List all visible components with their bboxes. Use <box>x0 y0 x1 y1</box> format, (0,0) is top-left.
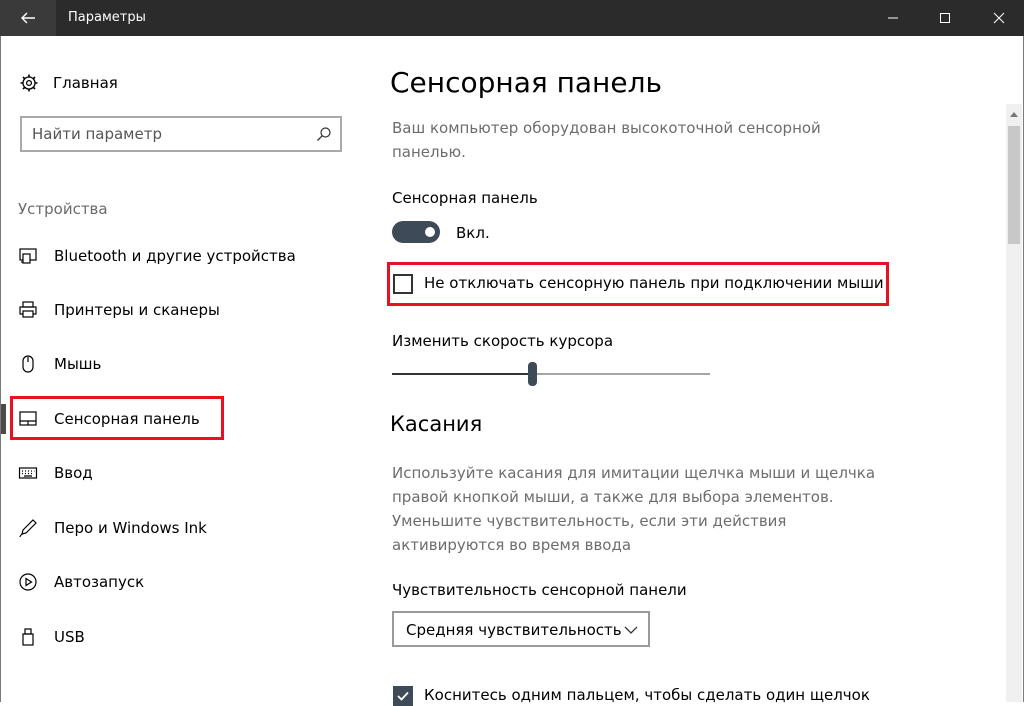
sidebar-item-touchpad[interactable]: Сенсорная панель <box>18 407 200 431</box>
sidebar-item-label: Ввод <box>54 464 93 482</box>
touchpad-toggle-label: Сенсорная панель <box>392 189 538 207</box>
scroll-up-arrow-icon <box>1010 112 1018 117</box>
sidebar-item-label: Мышь <box>54 355 102 373</box>
sidebar-item-autoplay[interactable]: Автозапуск <box>18 570 144 594</box>
touchpad-icon <box>19 411 37 426</box>
sidebar-item-printers[interactable]: Принтеры и сканеры <box>18 298 220 322</box>
taps-description: Используйте касания для имитации щелчка … <box>392 464 876 554</box>
keep-touchpad-on-checkbox[interactable] <box>393 274 413 294</box>
section-header-devices: Устройства <box>18 200 108 218</box>
sidebar-item-label: USB <box>54 628 85 646</box>
home-label: Главная <box>53 74 118 92</box>
sensitivity-selected-value: Средняя чувствительность <box>406 621 622 639</box>
sidebar-item-label: Сенсорная панель <box>54 410 200 428</box>
pen-icon <box>19 519 37 538</box>
touchpad-toggle[interactable] <box>392 221 440 243</box>
home-link[interactable]: Главная <box>19 72 118 94</box>
sensitivity-dropdown[interactable]: Средняя чувствительность <box>392 611 650 647</box>
single-tap-label: Коснитесь одним пальцем, чтобы сделать о… <box>424 686 870 704</box>
usb-icon <box>22 628 34 646</box>
scrollbar-thumb[interactable] <box>1008 126 1020 244</box>
sidebar-item-label: Bluetooth и другие устройства <box>54 247 296 265</box>
cursor-speed-slider-thumb[interactable] <box>528 362 537 386</box>
page-description: Ваш компьютер оборудован высокоточной се… <box>392 119 821 161</box>
cursor-speed-slider-track[interactable] <box>392 373 710 375</box>
sidebar-item-usb[interactable]: USB <box>18 625 85 649</box>
close-icon <box>993 12 1005 24</box>
minimize-button[interactable] <box>870 0 916 36</box>
title-bar: Параметры <box>0 0 1024 36</box>
close-button[interactable] <box>976 0 1022 36</box>
gear-icon <box>20 74 38 92</box>
window-title: Параметры <box>68 10 146 25</box>
mouse-icon <box>22 355 34 373</box>
cursor-speed-slider-fill <box>392 373 532 375</box>
toggle-knob <box>425 227 435 237</box>
settings-search-box[interactable] <box>20 116 342 152</box>
checkmark-icon <box>397 691 409 701</box>
sidebar-item-typing[interactable]: Ввод <box>18 461 93 485</box>
taps-section-header: Касания <box>390 412 483 436</box>
selected-indicator <box>1 404 6 434</box>
bluetooth-devices-icon <box>19 248 37 264</box>
maximize-icon <box>940 13 950 23</box>
search-icon[interactable] <box>316 126 332 142</box>
chevron-down-icon <box>624 626 638 634</box>
keep-touchpad-on-label: Не отключать сенсорную панель при подклю… <box>424 274 884 292</box>
sensitivity-label: Чувствительность сенсорной панели <box>392 581 687 599</box>
autoplay-icon <box>19 573 37 591</box>
keyboard-icon <box>18 467 38 479</box>
sidebar-item-label: Автозапуск <box>54 573 145 591</box>
printer-icon <box>19 301 37 318</box>
back-arrow-icon <box>21 12 35 24</box>
cursor-speed-label: Изменить скорость курсора <box>392 332 614 350</box>
sidebar-item-label: Принтеры и сканеры <box>54 301 220 319</box>
sidebar-item-mouse[interactable]: Мышь <box>18 352 101 376</box>
maximize-button[interactable] <box>922 0 968 36</box>
back-button[interactable] <box>0 0 56 36</box>
single-tap-checkbox[interactable] <box>393 686 413 706</box>
sidebar-item-bluetooth[interactable]: Bluetooth и другие устройства <box>18 244 296 268</box>
search-input[interactable] <box>32 124 302 144</box>
minimize-icon <box>888 17 898 19</box>
toggle-state-label: Вкл. <box>456 224 490 242</box>
page-title: Сенсорная панель <box>390 66 662 99</box>
sidebar-item-label: Перо и Windows Ink <box>54 519 207 537</box>
scroll-up-button[interactable] <box>1006 104 1022 124</box>
sidebar-item-pen[interactable]: Перо и Windows Ink <box>18 516 207 540</box>
